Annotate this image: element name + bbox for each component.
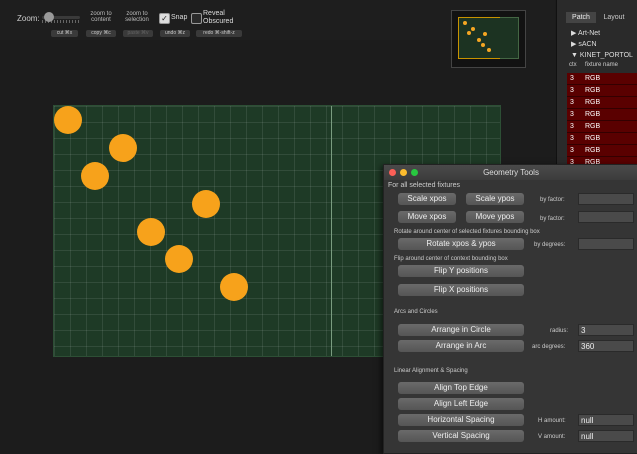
window-titlebar[interactable]: Geometry Tools	[384, 165, 637, 180]
fixture-row[interactable]: 3 RGB	[567, 73, 637, 85]
arc-degrees-label: arc degrees:	[532, 344, 566, 350]
v-amount-label: V amount:	[538, 434, 566, 440]
fixture-name: RGB	[585, 99, 601, 106]
horizontal-spacing-button[interactable]: Horizontal Spacing	[398, 414, 524, 426]
fixture-name: RGB	[585, 111, 601, 118]
fixture-row[interactable]: 3 RGB	[567, 133, 637, 145]
tree-item-sacn[interactable]: ▶ sACN	[571, 39, 597, 50]
tree-item-kinet[interactable]: ▼ KINET_PORTOL	[571, 50, 637, 61]
arc-degrees-input[interactable]: 360	[578, 340, 634, 352]
fixture-circle[interactable]	[165, 245, 193, 273]
section-label: For all selected fixtures	[388, 182, 460, 189]
move-xpos-button[interactable]: Move xpos	[398, 211, 456, 223]
minimap-fixture	[467, 31, 471, 35]
fixture-name: RGB	[585, 123, 601, 130]
tab-patch[interactable]: Patch	[566, 12, 596, 23]
column-header-ctx: ctx	[569, 62, 577, 68]
linear-section-label: Linear Alignment & Spacing	[394, 368, 468, 374]
rotate-section-label: Rotate around center of selected fixture…	[394, 229, 540, 235]
layout-minimap[interactable]	[451, 10, 526, 68]
rotate-degrees-input[interactable]	[578, 238, 634, 250]
minimap-fixture	[463, 21, 467, 25]
minimap-fixture	[487, 48, 491, 52]
h-amount-input[interactable]: null	[578, 414, 634, 426]
copy-button[interactable]: copy ⌘c	[86, 30, 116, 37]
flip-y-button[interactable]: Flip Y positions	[398, 265, 524, 277]
paste-button[interactable]: paste ⌘v	[123, 30, 153, 37]
minimap-fixture	[483, 32, 487, 36]
fixture-ctx: 3	[570, 99, 574, 106]
fixture-row[interactable]: 3 RGB	[567, 121, 637, 133]
radius-input[interactable]: 3	[578, 324, 634, 336]
fixture-name: RGB	[585, 75, 601, 82]
reveal-obscured-checkbox[interactable]	[191, 13, 202, 24]
minimap-context	[500, 17, 519, 59]
zoom-to-content-button[interactable]: zoom to content	[86, 11, 116, 23]
zoom-label: Zoom:	[17, 14, 40, 23]
fixture-circle[interactable]	[109, 134, 137, 162]
column-header-fixture-name: fixture name	[585, 62, 619, 68]
align-top-button[interactable]: Align Top Edge	[398, 382, 524, 394]
minimap-viewport	[458, 17, 501, 59]
fixture-name: RGB	[585, 135, 601, 142]
tree-item-artnet[interactable]: ▶ Art-Net	[571, 28, 600, 39]
fixture-ctx: 3	[570, 123, 574, 130]
fixture-row[interactable]: 3 RGB	[567, 145, 637, 157]
zoom-slider[interactable]	[42, 12, 80, 23]
fixture-ctx: 3	[570, 111, 574, 118]
by-factor-label: by factor:	[540, 216, 565, 222]
fixture-name: RGB	[585, 87, 601, 94]
fixture-circle[interactable]	[220, 273, 248, 301]
fixture-name: RGB	[585, 147, 601, 154]
context-boundary	[331, 106, 332, 356]
arrange-circle-button[interactable]: Arrange in Circle	[398, 324, 524, 336]
arcs-section-label: Arcs and Circles	[394, 309, 438, 315]
minimap-fixture	[471, 27, 475, 31]
fixture-circle[interactable]	[54, 106, 82, 134]
fixture-row[interactable]: 3 RGB	[567, 85, 637, 97]
zoom-to-selection-button[interactable]: zoom to selection	[121, 11, 153, 23]
rotate-button[interactable]: Rotate xpos & ypos	[398, 238, 524, 250]
by-factor-label: by factor:	[540, 197, 565, 203]
scale-ypos-button[interactable]: Scale ypos	[466, 193, 524, 205]
by-degrees-label: by degrees:	[534, 242, 566, 248]
fixture-ctx: 3	[570, 87, 574, 94]
flip-section-label: Flip around center of context bounding b…	[394, 256, 508, 262]
minimap-fixture	[477, 38, 481, 42]
move-ypos-button[interactable]: Move ypos	[466, 211, 524, 223]
move-factor-input[interactable]	[578, 211, 634, 223]
minimap-fixture	[481, 43, 485, 47]
fixture-ctx: 3	[570, 135, 574, 142]
h-amount-label: H amount:	[538, 418, 566, 424]
fixture-ctx: 3	[570, 75, 574, 82]
radius-label: radius:	[550, 328, 569, 334]
reveal-obscured-label: Reveal Obscured	[203, 10, 234, 25]
cut-button[interactable]: cut ⌘x	[51, 30, 78, 37]
scale-factor-input[interactable]	[578, 193, 634, 205]
fixture-row[interactable]: 3 RGB	[567, 109, 637, 121]
fixture-row[interactable]: 3 RGB	[567, 97, 637, 109]
arrange-arc-button[interactable]: Arrange in Arc	[398, 340, 524, 352]
v-amount-input[interactable]: null	[578, 430, 634, 442]
vertical-spacing-button[interactable]: Vertical Spacing	[398, 430, 524, 442]
undo-button[interactable]: undo ⌘z	[160, 30, 190, 37]
tab-layout[interactable]: Layout	[599, 12, 629, 23]
fixture-ctx: 3	[570, 147, 574, 154]
flip-x-button[interactable]: Flip X positions	[398, 284, 524, 296]
fixture-circle[interactable]	[81, 162, 109, 190]
fixture-circle[interactable]	[192, 190, 220, 218]
geometry-tools-window: Geometry Tools For all selected fixtures…	[383, 164, 637, 454]
snap-label: Snap	[171, 14, 188, 21]
window-title: Geometry Tools	[483, 168, 539, 177]
align-left-button[interactable]: Align Left Edge	[398, 398, 524, 410]
redo-button[interactable]: redo ⌘-shift-z	[196, 30, 242, 37]
fixture-circle[interactable]	[137, 218, 165, 246]
snap-checkbox[interactable]: ✓	[159, 13, 170, 24]
scale-xpos-button[interactable]: Scale xpos	[398, 193, 456, 205]
